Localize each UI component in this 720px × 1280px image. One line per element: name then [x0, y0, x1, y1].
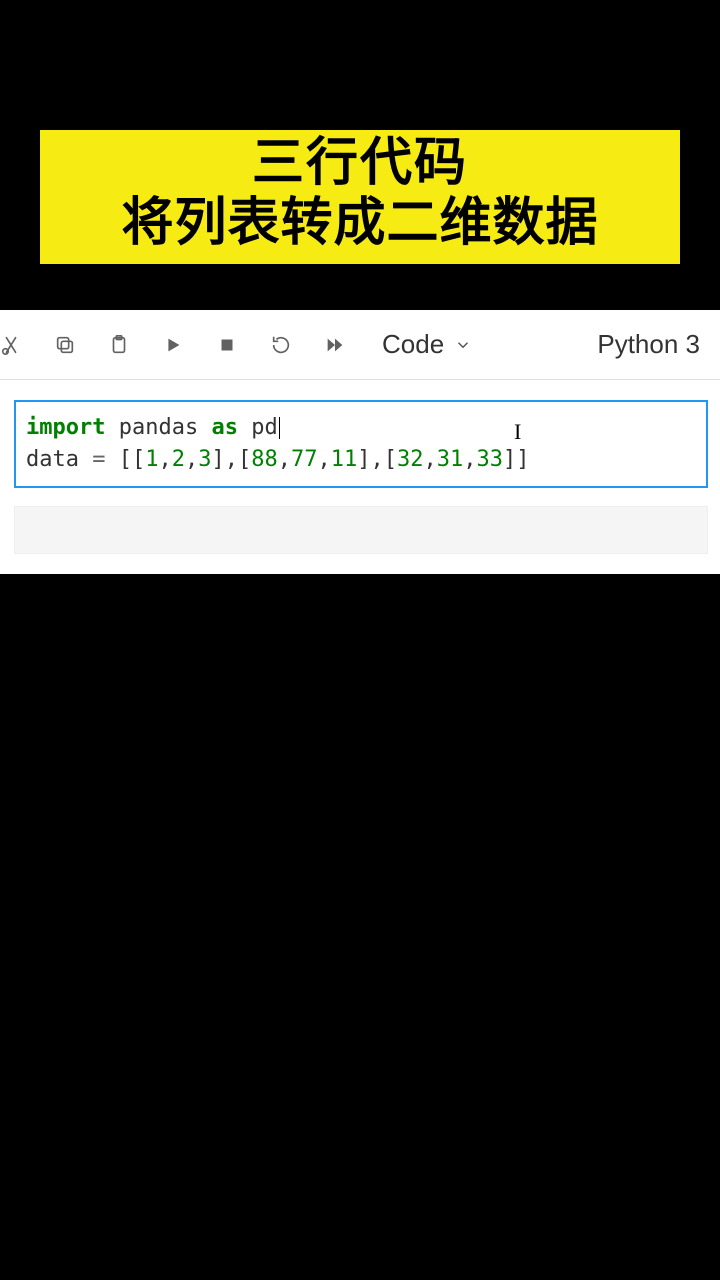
- code-cell-active[interactable]: import pandas as pd data = [[1,2,3],[88,…: [14, 400, 708, 488]
- paste-button[interactable]: [104, 330, 134, 360]
- code-line-1[interactable]: import pandas as pd: [26, 412, 696, 444]
- cut-button[interactable]: [0, 330, 26, 360]
- notebook-toolbar: Code Python 3: [0, 310, 720, 380]
- text-caret: [279, 417, 280, 439]
- title-banner: 三行代码 将列表转成二维数据: [40, 130, 680, 264]
- code-line-2[interactable]: data = [[1,2,3],[88,77,11],[32,31,33]]: [26, 444, 696, 476]
- restart-button[interactable]: [266, 330, 296, 360]
- chevron-down-icon: [454, 336, 472, 354]
- bottom-blank-area: [0, 650, 720, 1280]
- kernel-label: Python 3: [597, 329, 700, 359]
- stop-button[interactable]: [212, 330, 242, 360]
- banner-line-1: 三行代码: [48, 134, 672, 194]
- run-button[interactable]: [158, 330, 188, 360]
- page-root: 三行代码 将列表转成二维数据: [0, 0, 720, 1280]
- cell-type-dropdown[interactable]: Code: [382, 329, 472, 360]
- copy-button[interactable]: [50, 330, 80, 360]
- banner-line-2: 将列表转成二维数据: [48, 194, 672, 254]
- cell-type-label: Code: [382, 329, 444, 360]
- kernel-indicator[interactable]: Python 3: [597, 329, 700, 360]
- jupyter-notebook: Code Python 3 import pandas as pd data =…: [0, 310, 720, 574]
- i-beam-cursor-icon: I: [514, 416, 521, 448]
- cells-container: import pandas as pd data = [[1,2,3],[88,…: [0, 380, 720, 574]
- fast-forward-button[interactable]: [320, 330, 350, 360]
- code-cell-empty[interactable]: [14, 506, 708, 554]
